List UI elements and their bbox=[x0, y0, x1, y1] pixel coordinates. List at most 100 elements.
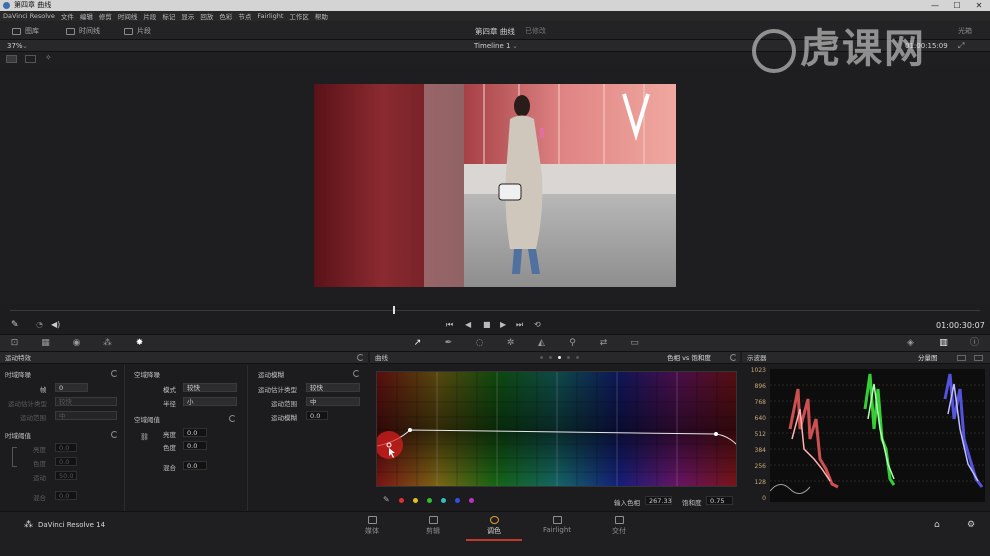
volume-icon[interactable]: ◀) bbox=[51, 320, 60, 329]
hue-swatch-yellow[interactable] bbox=[413, 498, 418, 503]
video-frame[interactable] bbox=[314, 84, 676, 287]
hue-swatch-magenta[interactable] bbox=[469, 498, 474, 503]
scope-settings-icon[interactable] bbox=[957, 355, 966, 361]
play-reverse-icon[interactable]: ◀ bbox=[465, 320, 471, 329]
motion-blur-reset-icon[interactable] bbox=[353, 370, 360, 377]
go-end-icon[interactable]: ⏭ bbox=[516, 320, 523, 330]
sizing-icon[interactable]: ⇄ bbox=[598, 339, 609, 348]
picker-icon[interactable]: ✎ bbox=[11, 320, 19, 330]
scope-expand-icon[interactable] bbox=[974, 355, 983, 361]
frames-select[interactable]: 0 bbox=[55, 383, 88, 392]
scopes-icon[interactable]: ▥ bbox=[938, 339, 949, 348]
play-icon[interactable]: ▶ bbox=[500, 320, 506, 329]
info-eye-icon[interactable]: ◈ bbox=[905, 339, 916, 348]
curve-canvas[interactable] bbox=[377, 372, 737, 487]
input-hue-field[interactable]: 267.33 bbox=[645, 496, 672, 505]
saturation-field[interactable]: 0.75 bbox=[706, 496, 733, 505]
window-icon[interactable]: ◌ bbox=[474, 339, 485, 348]
close-button[interactable]: ✕ bbox=[968, 0, 990, 11]
curve-dot[interactable] bbox=[549, 356, 552, 359]
curves-icon[interactable]: ↗ bbox=[412, 339, 423, 348]
hue-swatch-red[interactable] bbox=[399, 498, 404, 503]
temporal-chroma-field[interactable]: 0.0 bbox=[55, 457, 77, 466]
lightbox-button[interactable]: 光箱 bbox=[958, 26, 972, 36]
menu-item-file[interactable]: 文件 bbox=[61, 11, 74, 21]
timeline-name[interactable]: Timeline 1 bbox=[474, 42, 510, 50]
camera-raw-icon[interactable]: ⊡ bbox=[9, 339, 20, 348]
hue-swatch-cyan[interactable] bbox=[441, 498, 446, 503]
hue-sat-curve-graph[interactable] bbox=[376, 371, 737, 487]
settings-gear-icon[interactable]: ⚙ bbox=[967, 520, 975, 530]
curve-control-point[interactable] bbox=[408, 428, 412, 432]
single-view-icon[interactable] bbox=[6, 55, 17, 63]
menu-item-help[interactable]: 帮助 bbox=[315, 11, 328, 21]
curves-reset-icon[interactable] bbox=[730, 354, 737, 361]
menu-item-app[interactable]: DaVinci Resolve bbox=[3, 12, 55, 20]
spatial-luma-field[interactable]: 0.0 bbox=[183, 428, 207, 437]
menu-item-edit[interactable]: 编辑 bbox=[80, 11, 93, 21]
info-icon[interactable]: ⓘ bbox=[969, 339, 980, 348]
media-pool-button[interactable]: 图库 bbox=[12, 26, 39, 36]
temporal-motion-type-select[interactable]: 较快 bbox=[55, 397, 117, 406]
temporal-luma-field[interactable]: 0.0 bbox=[55, 443, 77, 452]
temporal-motion-range-select[interactable]: 中 bbox=[55, 411, 117, 420]
curves-mode-select[interactable]: 色相 vs 饱和度 bbox=[667, 352, 711, 364]
stop-icon[interactable]: ■ bbox=[483, 320, 491, 329]
curve-dot[interactable] bbox=[540, 356, 543, 359]
temporal-motion-field[interactable]: 50.0 bbox=[55, 471, 77, 480]
link-icon[interactable]: ⛓ bbox=[140, 433, 149, 441]
minimize-button[interactable]: — bbox=[924, 0, 946, 11]
scrubber-track[interactable] bbox=[10, 310, 980, 311]
timeline-chevron-icon[interactable]: ⌄ bbox=[512, 42, 518, 50]
speed-icon[interactable]: ◔ bbox=[36, 320, 43, 329]
hue-swatch-green[interactable] bbox=[427, 498, 432, 503]
spatial-threshold-reset-icon[interactable] bbox=[229, 415, 236, 422]
3d-icon[interactable]: ▭ bbox=[629, 339, 640, 348]
menu-item-view[interactable]: 显示 bbox=[181, 11, 194, 21]
page-tab-color[interactable]: 调色 bbox=[466, 516, 522, 541]
hue-swatch-blue[interactable] bbox=[455, 498, 460, 503]
blur-motion-range-select[interactable]: 中 bbox=[306, 397, 360, 406]
curve-dot[interactable] bbox=[558, 356, 561, 359]
menu-item-mark[interactable]: 标记 bbox=[162, 11, 175, 21]
scope-mode-select[interactable]: 分量图 bbox=[918, 352, 938, 364]
spatial-radius-select[interactable]: 小 bbox=[183, 397, 237, 406]
maximize-button[interactable]: ☐ bbox=[946, 0, 968, 11]
color-wheels-icon[interactable]: ◉ bbox=[71, 339, 82, 348]
qualifier-icon[interactable]: ✒ bbox=[443, 339, 454, 348]
clips-button[interactable]: 片段 bbox=[124, 26, 151, 36]
curve-dot[interactable] bbox=[567, 356, 570, 359]
curve-picker-icon[interactable]: ✎ bbox=[383, 495, 390, 504]
playhead[interactable] bbox=[393, 306, 395, 314]
motion-effects-reset-icon[interactable] bbox=[357, 354, 364, 361]
zoom-level[interactable]: 37% bbox=[7, 42, 23, 50]
spatial-blend-field[interactable]: 0.0 bbox=[183, 461, 207, 470]
scrubber-bar[interactable] bbox=[0, 304, 990, 318]
menu-item-clip[interactable]: 片段 bbox=[143, 11, 156, 21]
blur-amount-field[interactable]: 0.0 bbox=[306, 411, 328, 420]
curve-dot[interactable] bbox=[576, 356, 579, 359]
menu-item-trim[interactable]: 修剪 bbox=[99, 11, 112, 21]
split-view-icon[interactable] bbox=[25, 55, 36, 63]
menu-item-color[interactable]: 色彩 bbox=[219, 11, 232, 21]
temporal-blend-field[interactable]: 0.0 bbox=[55, 491, 77, 500]
rgb-mixer-icon[interactable]: ⁂ bbox=[102, 339, 113, 348]
timeline-button[interactable]: 时间线 bbox=[66, 26, 100, 36]
menu-item-timeline[interactable]: 时间线 bbox=[118, 11, 138, 21]
temporal-threshold-reset-icon[interactable] bbox=[111, 431, 118, 438]
menu-item-nodes[interactable]: 节点 bbox=[238, 11, 251, 21]
blur-icon[interactable]: ◭ bbox=[536, 339, 547, 348]
spatial-mode-select[interactable]: 较快 bbox=[183, 383, 237, 392]
page-tab-media[interactable]: 媒体 bbox=[344, 516, 400, 536]
blur-motion-type-select[interactable]: 较快 bbox=[306, 383, 360, 392]
zoom-chevron-icon[interactable]: ⌄ bbox=[22, 42, 28, 50]
page-tab-edit[interactable]: 剪辑 bbox=[405, 516, 461, 536]
temporal-nr-reset-icon[interactable] bbox=[111, 370, 118, 377]
page-tab-deliver[interactable]: 交付 bbox=[591, 516, 647, 536]
color-match-icon[interactable]: ▦ bbox=[40, 339, 51, 348]
highlight-icon[interactable]: ✧ bbox=[45, 53, 52, 62]
page-tab-fairlight[interactable]: Fairlight bbox=[529, 516, 585, 534]
home-icon[interactable]: ⌂ bbox=[934, 520, 940, 530]
go-start-icon[interactable]: ⏮ bbox=[446, 320, 453, 330]
tracker-icon[interactable]: ✲ bbox=[505, 339, 516, 348]
